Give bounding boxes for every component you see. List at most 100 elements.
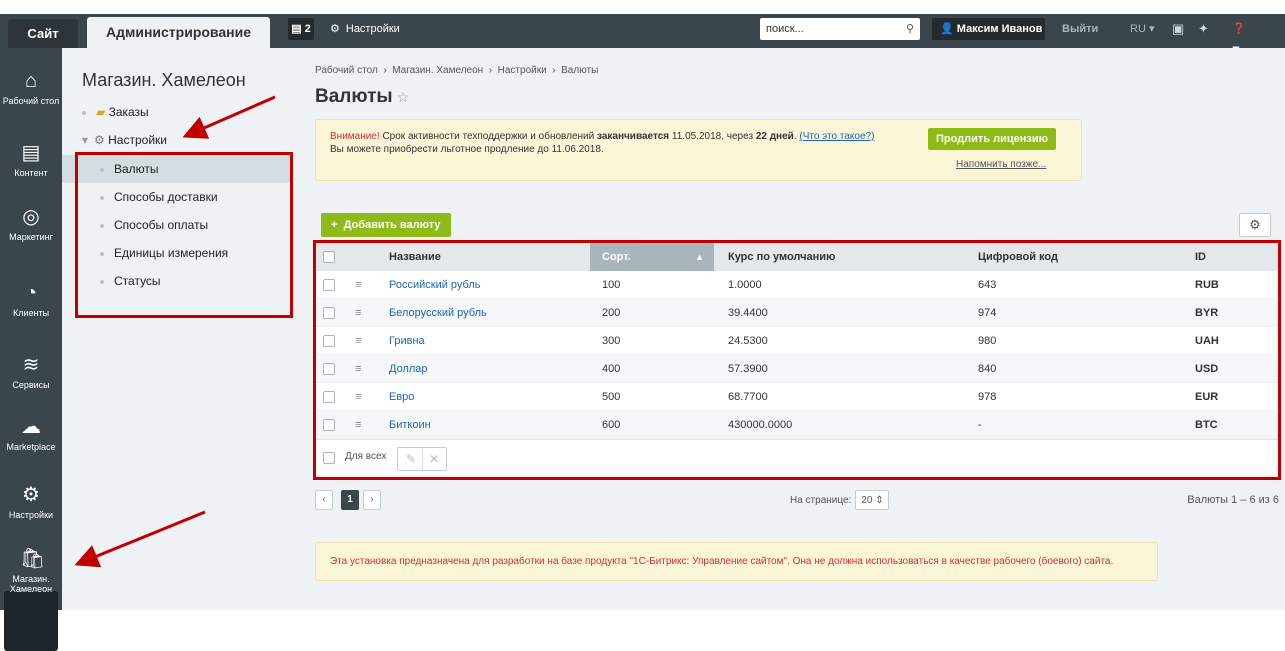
gear-icon: ⚙ <box>22 484 40 506</box>
cell-name[interactable]: Доллар <box>389 355 428 383</box>
gear-icon: ⚙ <box>94 133 105 147</box>
breadcrumb-item[interactable]: Магазин. Хамелеон <box>392 65 483 76</box>
cell-id: BTC <box>1195 419 1218 431</box>
per-page-value: 20 <box>861 495 873 506</box>
row-checkbox[interactable] <box>323 363 335 375</box>
cell-rate: 430000.0000 <box>728 419 793 431</box>
select-all-checkbox[interactable] <box>323 251 335 263</box>
page-button[interactable]: 1 <box>341 490 359 510</box>
row-checkbox[interactable] <box>323 419 335 431</box>
top-settings-button[interactable]: ⚙ Настройки <box>330 18 400 40</box>
nav-item-desktop[interactable]: ⌂ Рабочий стол <box>0 70 62 106</box>
row-checkbox[interactable] <box>323 279 335 291</box>
sidebar-item-units[interactable]: Единицы измерения <box>62 239 293 267</box>
nav-item-clients[interactable]: ◔ Клиенты <box>0 282 62 318</box>
nav-item-settings[interactable]: ⚙ Настройки <box>0 484 62 520</box>
cell-code: 643 <box>978 279 997 291</box>
sidebar-item-payment[interactable]: Способы оплаты <box>62 211 293 239</box>
for-all-checkbox[interactable] <box>323 452 335 464</box>
row-menu-icon[interactable]: ≡ <box>355 299 361 327</box>
prev-page-button[interactable]: ‹ <box>315 490 333 510</box>
row-menu-icon[interactable]: ≡ <box>355 271 361 299</box>
sidebar-item-statuses[interactable]: Статусы <box>62 267 293 295</box>
extend-license-button[interactable]: Продлить лицензию <box>928 128 1056 150</box>
window-icon[interactable]: ▣ <box>1172 18 1184 40</box>
tab-site[interactable]: Сайт <box>8 19 78 48</box>
col-name[interactable]: Название <box>389 243 441 271</box>
row-menu-icon[interactable]: ≡ <box>355 383 361 411</box>
cell-sort: 300 <box>602 335 621 347</box>
next-page-button[interactable]: › <box>363 490 381 510</box>
user-menu[interactable]: 👤 Максим Иванов <box>932 18 1045 40</box>
table-row[interactable]: ≡ Российский рубль 100 1.0000 643 RUB <box>315 271 1278 299</box>
cell-name[interactable]: Белорусский рубль <box>389 299 487 327</box>
cell-name[interactable]: Биткоин <box>389 411 431 439</box>
table-row[interactable]: ≡ Доллар 400 57.3900 840 USD <box>315 355 1278 383</box>
row-menu-icon[interactable]: ≡ <box>355 327 361 355</box>
sidebar-item-label: Единицы измерения <box>114 246 229 260</box>
logout-link[interactable]: Выйти <box>1062 18 1098 40</box>
help-icon: ❓ <box>1232 23 1246 35</box>
col-rate[interactable]: Курс по умолчанию <box>728 243 835 271</box>
nav-label: Контент <box>14 168 48 178</box>
nav-item-content[interactable]: ▤ Контент <box>0 142 62 178</box>
search-input[interactable]: поиск... ⚲ <box>760 18 920 40</box>
pin-icon[interactable]: ✦ <box>1198 18 1209 40</box>
row-checkbox[interactable] <box>323 391 335 403</box>
notifications-button[interactable]: ▤ 2 <box>288 18 314 40</box>
sidebar-item-currencies[interactable]: Валюты <box>62 155 293 183</box>
breadcrumb-item[interactable]: Рабочий стол <box>315 65 378 76</box>
cell-sort: 500 <box>602 391 621 403</box>
col-id[interactable]: ID <box>1195 243 1206 271</box>
target-icon: ◎ <box>22 206 40 228</box>
star-icon[interactable]: ☆ <box>397 89 410 105</box>
edit-icon[interactable]: ✎ <box>406 448 416 470</box>
nav-label: Рабочий стол <box>2 96 60 106</box>
table-header: Название Сорт. ▲ Курс по умолчанию Цифров… <box>315 243 1278 271</box>
per-page-select[interactable]: 20 ⇕ <box>855 490 890 510</box>
nav-label: Marketplace <box>6 442 56 452</box>
remind-later-link[interactable]: Напомнить позже... <box>956 158 1046 171</box>
tab-admin[interactable]: Администрирование <box>87 17 270 48</box>
col-sort[interactable]: Сорт. ▲ <box>590 243 714 271</box>
what-is-this-link[interactable]: (Что это такое?) <box>799 131 874 142</box>
cell-name[interactable]: Гривна <box>389 327 425 355</box>
nav-item-marketplace[interactable]: ☁ Marketplace <box>0 416 62 452</box>
table-row[interactable]: ≡ Белорусский рубль 200 39.4400 974 BYR <box>315 299 1278 327</box>
notifications-count: 2 <box>304 23 311 35</box>
breadcrumb-item[interactable]: Настройки <box>498 65 547 76</box>
dev-warning: Эта установка предназначена для разработ… <box>315 542 1158 581</box>
close-icon[interactable]: ✕ <box>429 448 439 470</box>
gear-icon: ⚙ <box>330 23 340 35</box>
nav-item-marketing[interactable]: ◎ Маркетинг <box>0 206 62 242</box>
table-row[interactable]: ≡ Евро 500 68.7700 978 EUR <box>315 383 1278 411</box>
table-row[interactable]: ≡ Гривна 300 24.5300 980 UAH <box>315 327 1278 355</box>
help-button[interactable]: ❓ Помощь <box>1232 18 1285 57</box>
cloud-download-icon: ☁ <box>21 416 41 438</box>
row-checkbox[interactable] <box>323 307 335 319</box>
table-row[interactable]: ≡ Биткоин 600 430000.0000 - BTC <box>315 411 1278 439</box>
row-menu-icon[interactable]: ≡ <box>355 355 361 383</box>
nav-item-services[interactable]: ≋ Сервисы <box>0 354 62 390</box>
home-icon: ⌂ <box>24 70 38 92</box>
sidebar-item-delivery[interactable]: Способы доставки <box>62 183 293 211</box>
sidebar-item-settings[interactable]: ▾ ⚙ Настройки <box>62 126 293 154</box>
col-code[interactable]: Цифровой код <box>978 243 1058 271</box>
add-currency-button[interactable]: + Добавить валюту <box>321 213 451 237</box>
row-menu-icon[interactable]: ≡ <box>355 411 361 439</box>
nav-item-shop[interactable]: 🛍 Магазин. Хамелеон <box>0 548 62 594</box>
chevron-updown-icon: ⇕ <box>875 495 884 506</box>
cell-rate: 39.4400 <box>728 307 768 319</box>
language-selector[interactable]: RU ▾ <box>1130 18 1154 40</box>
cell-name[interactable]: Российский рубль <box>389 271 481 299</box>
search-icon[interactable]: ⚲ <box>906 18 914 40</box>
grid-settings-button[interactable]: ⚙ <box>1239 213 1271 237</box>
sidebar-item-label: Способы доставки <box>114 190 218 204</box>
license-warning: Внимание! Срок активности техподдержки и… <box>315 119 1082 181</box>
sidebar-item-orders[interactable]: ▰ Заказы <box>62 98 293 126</box>
sidebar-item-label: Заказы <box>108 105 149 119</box>
folder-icon: ▰ <box>96 105 106 119</box>
nav-label: Настройки <box>8 510 54 520</box>
cell-name[interactable]: Евро <box>389 383 414 411</box>
row-checkbox[interactable] <box>323 335 335 347</box>
